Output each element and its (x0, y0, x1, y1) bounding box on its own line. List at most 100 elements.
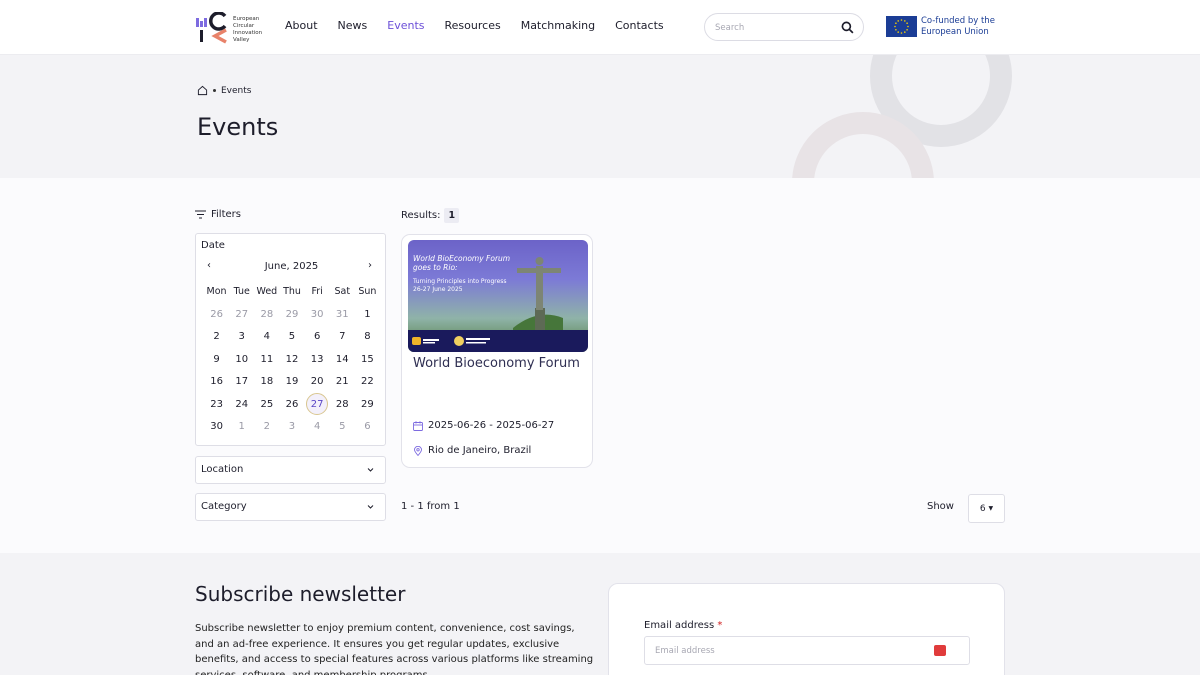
location-select[interactable]: Location (195, 456, 386, 484)
calendar-day[interactable]: 20 (305, 371, 330, 394)
logo-text: European Circular Innovation Valley (233, 16, 263, 43)
filters-toggle[interactable]: Filters (195, 209, 241, 220)
calendar-day[interactable]: 13 (305, 348, 330, 371)
event-image-logo-bar (408, 330, 588, 352)
search-box (704, 13, 864, 41)
calendar-day[interactable]: 14 (330, 348, 355, 371)
weekday-label: Mon (206, 286, 227, 297)
calendar-month: June, 2025 (264, 261, 319, 272)
calendar-day[interactable]: 29 (355, 393, 380, 416)
newsletter-form: Email address * (608, 583, 1005, 675)
calendar-day[interactable]: 8 (355, 326, 380, 349)
nav-contacts[interactable]: Contacts (615, 19, 664, 32)
logo-mark-icon (196, 12, 227, 44)
caret-down-icon: ▼ (988, 505, 994, 512)
calendar-day[interactable]: 26 (204, 303, 229, 326)
site-logo[interactable]: European Circular Innovation Valley (195, 12, 265, 46)
event-card[interactable]: World BioEconomy Forum goes to Rio: Turn… (401, 234, 593, 468)
calendar-day[interactable]: 16 (204, 371, 229, 394)
partner-logo-icon (412, 337, 439, 345)
nav-matchmaking[interactable]: Matchmaking (521, 19, 595, 32)
event-image-subtitle: Turning Principles into Progress 26-27 J… (413, 278, 507, 293)
calendar-day[interactable]: 22 (355, 371, 380, 394)
breadcrumb-current: Events (221, 85, 252, 96)
event-location-text: Rio de Janeiro, Brazil (428, 445, 532, 456)
calendar-day[interactable]: 3 (229, 326, 254, 349)
calendar-day[interactable]: 28 (254, 303, 279, 326)
nav-news[interactable]: News (338, 19, 368, 32)
event-dates: 2025-06-26 - 2025-06-27 (413, 420, 554, 431)
show-label: Show (927, 501, 954, 512)
calendar-day[interactable]: 4 (305, 416, 330, 439)
calendar-day[interactable]: 5 (330, 416, 355, 439)
category-select-label: Category (201, 501, 247, 512)
results-count-badge: 1 (444, 208, 460, 223)
weekday-label: Fri (311, 286, 323, 297)
calendar-day[interactable]: 25 (254, 393, 279, 416)
calendar-day[interactable]: 5 (279, 326, 304, 349)
event-location: Rio de Janeiro, Brazil (413, 445, 531, 456)
event-title[interactable]: World Bioeconomy Forum (413, 356, 580, 371)
calendar-day[interactable]: 10 (229, 348, 254, 371)
eu-flag-icon (886, 16, 917, 37)
calendar-day[interactable]: 27 (229, 303, 254, 326)
filter-icon (195, 210, 206, 219)
calendar-day[interactable]: 24 (229, 393, 254, 416)
calendar-day[interactable]: 19 (279, 371, 304, 394)
events-main: Filters Date ‹ June, 2025 › Mon Tue Wed … (0, 178, 1200, 553)
calendar-day[interactable]: 21 (330, 371, 355, 394)
calendar-day[interactable]: 2 (254, 416, 279, 439)
calendar-day[interactable]: 30 (204, 416, 229, 439)
newsletter-title: Subscribe newsletter (195, 582, 406, 606)
calendar-day[interactable]: 17 (229, 371, 254, 394)
results-label: Results: (401, 210, 441, 221)
weekday-label: Thu (283, 286, 301, 297)
home-icon[interactable] (197, 85, 208, 96)
nav-about[interactable]: About (285, 19, 318, 32)
calendar-day[interactable]: 12 (279, 348, 304, 371)
calendar-day[interactable]: 26 (279, 393, 304, 416)
search-icon[interactable] (841, 21, 854, 34)
nav-events[interactable]: Events (387, 19, 424, 32)
category-select[interactable]: Category (195, 493, 386, 521)
location-select-label: Location (201, 464, 244, 475)
partner-logo-icon (454, 336, 490, 346)
calendar-day[interactable]: 6 (355, 416, 380, 439)
weekday-label: Sat (334, 286, 351, 297)
calendar-day[interactable]: 11 (254, 348, 279, 371)
eu-funding-text: Co-funded by the European Union (921, 16, 995, 37)
calendar-day[interactable]: 23 (204, 393, 229, 416)
newsletter-description: Subscribe newsletter to enjoy premium co… (195, 623, 594, 675)
chevron-down-icon (367, 468, 374, 472)
chevron-down-icon (367, 505, 374, 509)
breadcrumb: Events (197, 85, 251, 96)
calendar-days: 26 27 28 29 30 31 1 2 3 4 5 6 7 8 9 10 11 12 13 14 15 16 17 18 1… (204, 303, 380, 438)
breadcrumb-separator (213, 89, 216, 92)
email-label: Email address * (644, 620, 723, 631)
calendar-day[interactable]: 7 (330, 326, 355, 349)
email-field[interactable] (644, 636, 970, 665)
page-size-select[interactable]: 6 ▼ (968, 494, 1005, 523)
paging-info: 1 - 1 from 1 (401, 501, 460, 512)
calendar-day[interactable]: 1 (355, 303, 380, 326)
calendar-day[interactable]: 18 (254, 371, 279, 394)
event-image: World BioEconomy Forum goes to Rio: Turn… (408, 240, 588, 352)
calendar-day[interactable]: 30 (305, 303, 330, 326)
calendar-day[interactable]: 9 (204, 348, 229, 371)
calendar-day[interactable]: 4 (254, 326, 279, 349)
calendar-day[interactable]: 3 (279, 416, 304, 439)
calendar-day-today[interactable]: 27 (305, 393, 330, 416)
calendar-day[interactable]: 29 (279, 303, 304, 326)
calendar-day[interactable]: 1 (229, 416, 254, 439)
calendar-day[interactable]: 2 (204, 326, 229, 349)
newsletter-section: Subscribe newsletter Subscribe newslette… (0, 553, 1200, 675)
calendar-day[interactable]: 28 (330, 393, 355, 416)
search-input[interactable] (715, 20, 835, 35)
calendar-day[interactable]: 31 (330, 303, 355, 326)
password-manager-icon[interactable] (934, 645, 946, 656)
calendar-day[interactable]: 15 (355, 348, 380, 371)
calendar-day[interactable]: 6 (305, 326, 330, 349)
nav-resources[interactable]: Resources (445, 19, 501, 32)
calendar-next-button[interactable]: › (368, 260, 372, 271)
page-hero: Events Events (0, 55, 1200, 178)
